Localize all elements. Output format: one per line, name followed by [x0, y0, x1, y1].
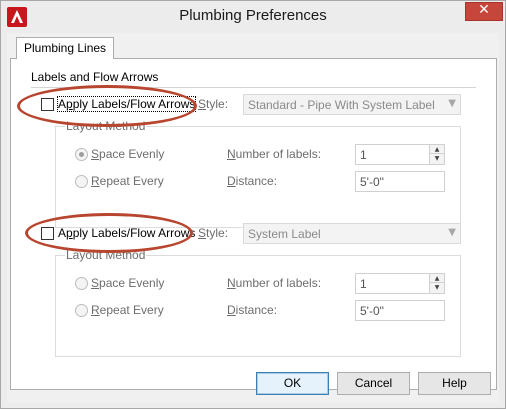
label-text: tyle:	[206, 97, 229, 111]
label-mnemonic: R	[91, 174, 100, 188]
label-text: ply Labels/Flow Arrows	[72, 97, 196, 111]
label-mnemonic: N	[227, 147, 236, 161]
label-mnemonic: S	[198, 226, 207, 240]
label-text: pace Evenly	[99, 276, 165, 290]
label-text: A	[58, 97, 67, 111]
stepper-value: 1	[360, 148, 367, 162]
apply-labels-checkbox-1[interactable]	[41, 98, 54, 111]
tab-plumbing-lines[interactable]: Plumbing Lines	[16, 37, 115, 59]
space-evenly-radio-1[interactable]	[75, 148, 88, 161]
label-text: epeat Every	[99, 303, 164, 317]
ok-button[interactable]: OK	[256, 372, 329, 395]
window-title: Plumbing Preferences	[179, 7, 327, 24]
label-text: umber of labels:	[235, 276, 322, 290]
label-text: pace Evenly	[99, 147, 165, 161]
label-mnemonic: S	[198, 97, 207, 111]
style-dropdown-2[interactable]: System Label ▼	[243, 223, 461, 244]
label-mnemonic: R	[91, 303, 100, 317]
apply-labels-label-2[interactable]: Apply Labels/Flow Arrows	[58, 226, 195, 240]
repeat-every-label-1[interactable]: Repeat Every	[91, 174, 164, 188]
space-evenly-radio-2[interactable]	[75, 277, 88, 290]
label-text: istance:	[235, 303, 278, 317]
label-text: epeat Every	[99, 174, 164, 188]
label-mnemonic: D	[227, 174, 236, 188]
label-text: istance:	[235, 174, 278, 188]
cancel-button[interactable]: Cancel	[337, 372, 410, 395]
close-icon: ✕	[478, 2, 490, 18]
layout-method-title-2: Layout Method	[65, 248, 147, 262]
stepper-buttons: ▲ ▼	[429, 274, 444, 293]
label-text: tyle:	[206, 226, 229, 240]
style-label-1: Style:	[198, 97, 228, 111]
stepper-up-icon[interactable]: ▲	[430, 274, 444, 283]
title-bar[interactable]: Plumbing Preferences ✕	[1, 1, 505, 33]
distance-input-2[interactable]: 5'-0"	[355, 300, 445, 321]
distance-label-2: Distance:	[227, 303, 277, 317]
repeat-every-radio-1[interactable]	[75, 175, 88, 188]
tab-label: Plumbing Lines	[24, 41, 107, 55]
style-dropdown-value: System Label	[248, 227, 321, 241]
distance-label-1: Distance:	[227, 174, 277, 188]
group-title: Labels and Flow Arrows	[31, 70, 159, 84]
chevron-down-icon: ▼	[448, 98, 456, 109]
label-mnemonic: S	[91, 276, 100, 290]
apply-labels-label-1[interactable]: Apply Labels/Flow Arrows	[56, 96, 197, 112]
distance-value: 5'-0"	[360, 175, 384, 189]
style-dropdown-value: Standard - Pipe With System Label	[248, 98, 435, 112]
number-of-labels-stepper-2[interactable]: 1 ▲ ▼	[355, 273, 445, 294]
stepper-value: 1	[360, 277, 367, 291]
space-evenly-label-1[interactable]: Space Evenly	[91, 147, 164, 161]
group-divider	[31, 87, 476, 88]
help-button[interactable]: Help	[418, 372, 491, 395]
number-of-labels-label-2: Number of labels:	[227, 276, 321, 290]
label-mnemonic: N	[227, 276, 236, 290]
distance-value: 5'-0"	[360, 304, 384, 318]
label-text: umber of labels:	[235, 147, 322, 161]
label-mnemonic: D	[227, 303, 236, 317]
label-mnemonic: p	[66, 226, 73, 240]
label-mnemonic: p	[66, 97, 73, 111]
number-of-labels-stepper-1[interactable]: 1 ▲ ▼	[355, 144, 445, 165]
stepper-up-icon[interactable]: ▲	[430, 145, 444, 154]
tab-panel-plumbing-lines: Labels and Flow Arrows Apply Labels/Flow…	[10, 58, 497, 390]
repeat-every-radio-2[interactable]	[75, 304, 88, 317]
stepper-down-icon[interactable]: ▼	[430, 283, 444, 292]
stepper-buttons: ▲ ▼	[429, 145, 444, 164]
dialog-window: Plumbing Preferences ✕ Plumbing Lines La…	[0, 0, 506, 409]
style-dropdown-1[interactable]: Standard - Pipe With System Label ▼	[243, 94, 461, 115]
number-of-labels-label-1: Number of labels:	[227, 147, 321, 161]
apply-labels-checkbox-2[interactable]	[41, 227, 54, 240]
stepper-down-icon[interactable]: ▼	[430, 154, 444, 163]
repeat-every-label-2[interactable]: Repeat Every	[91, 303, 164, 317]
label-mnemonic: S	[91, 147, 100, 161]
chevron-down-icon: ▼	[448, 227, 456, 238]
distance-input-1[interactable]: 5'-0"	[355, 171, 445, 192]
label-text: A	[58, 226, 67, 240]
space-evenly-label-2[interactable]: Space Evenly	[91, 276, 164, 290]
dialog-client-area: Plumbing Lines Labels and Flow Arrows Ap…	[7, 33, 499, 403]
radio-selected-dot	[79, 152, 84, 157]
label-text: ply Labels/Flow Arrows	[72, 226, 196, 240]
style-label-2: Style:	[198, 226, 228, 240]
close-button[interactable]: ✕	[465, 2, 503, 21]
layout-method-title-1: Layout Method	[65, 119, 147, 133]
